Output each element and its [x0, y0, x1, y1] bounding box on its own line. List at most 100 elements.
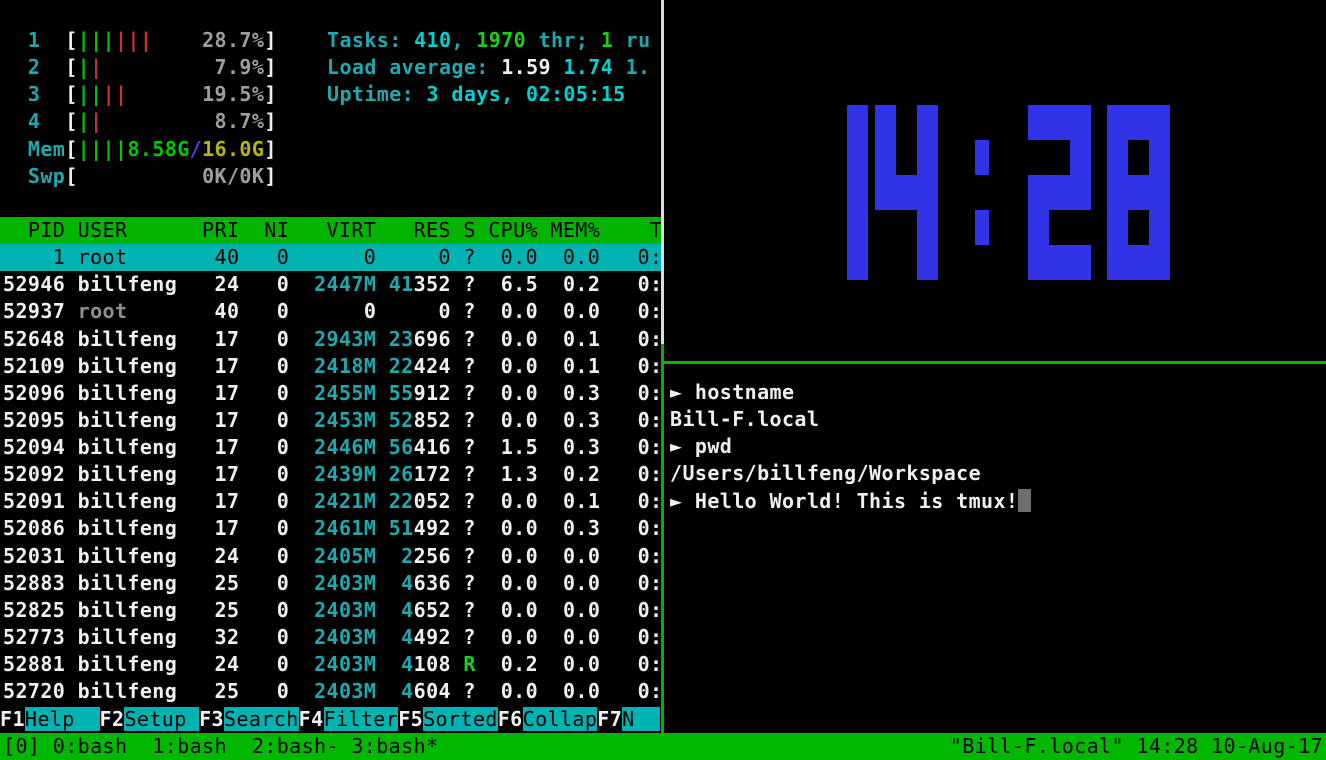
fkey-label[interactable]: Help: [25, 707, 100, 731]
text-segment: billfeng: [78, 327, 190, 351]
text-segment: 52091: [3, 489, 78, 513]
text-segment: [451, 354, 463, 378]
text-segment: |||: [78, 28, 115, 52]
process-row[interactable]: 52883 billfeng 25 0 2403M 4636 ? 0.0 0.0…: [0, 570, 661, 597]
text-segment: billfeng: [78, 489, 190, 513]
fkey-label[interactable]: Collap: [523, 707, 598, 731]
text-segment: 56: [389, 435, 414, 459]
clock-block: [917, 105, 938, 140]
text-segment: billfeng: [78, 354, 190, 378]
htop-summary: Tasks: 410, 1970 thr; 1 ruLoad average: …: [327, 27, 651, 108]
process-row[interactable]: 52720 billfeng 25 0 2403M 4604 ? 0.0 0.0…: [0, 678, 661, 705]
text-segment: |: [90, 55, 102, 79]
text-segment: ?: [463, 489, 475, 513]
text-segment: Swp: [3, 164, 65, 188]
text-segment: [451, 571, 463, 595]
text-segment: 108: [414, 652, 451, 676]
text-segment: ► hostname: [670, 380, 794, 404]
shell-pane[interactable]: ► hostnameBill-F.local► pwd/Users/billfe…: [663, 364, 1326, 733]
clock-block: [1049, 175, 1070, 210]
tmux-window-list[interactable]: [0] 0:bash 1:bash 2:bash- 3:bash*: [3, 733, 438, 760]
text-segment: [376, 598, 388, 622]
text-segment: 4: [389, 598, 414, 622]
text-segment: 52092: [3, 462, 78, 486]
clock-pane: [663, 0, 1326, 361]
fkey-f6[interactable]: F6: [498, 707, 523, 731]
text-segment: billfeng: [78, 435, 190, 459]
text-segment: 4: [3, 109, 65, 133]
fkey-label[interactable]: N: [622, 707, 659, 731]
clock-block: [896, 175, 917, 210]
text-segment: |||: [115, 28, 152, 52]
process-row[interactable]: 52109 billfeng 17 0 2418M 22424 ? 0.0 0.…: [0, 353, 661, 380]
text-segment: 636: [414, 571, 451, 595]
process-row[interactable]: 52095 billfeng 17 0 2453M 52852 ? 0.0 0.…: [0, 407, 661, 434]
text-segment: 0.0 0.0 0:: [476, 299, 663, 323]
text-segment: [: [65, 82, 77, 106]
process-row[interactable]: 52648 billfeng 17 0 2943M 23696 ? 0.0 0.…: [0, 326, 661, 353]
text-segment: 2943M: [302, 327, 377, 351]
text-segment: [376, 652, 388, 676]
fkey-f1[interactable]: F1: [0, 707, 25, 731]
clock-block: [1128, 175, 1149, 210]
text-segment: [451, 435, 463, 459]
text-segment: 2453M: [302, 408, 377, 432]
process-row[interactable]: 52881 billfeng 24 0 2403M 4108 R 0.2 0.0…: [0, 651, 661, 678]
text-segment: [451, 679, 463, 703]
fkey-label[interactable]: Filter: [324, 707, 399, 731]
process-row[interactable]: 1 root 40 0 0 0 ? 0.0 0.0 0:: [0, 244, 661, 271]
clock-block: [975, 140, 989, 175]
clock-block: [875, 175, 896, 210]
fkey-label[interactable]: Search: [224, 707, 299, 731]
text-segment: 1.3 0.2 0:: [476, 462, 663, 486]
fkey-f4[interactable]: F4: [299, 707, 324, 731]
clock-block: [1049, 245, 1070, 280]
text-segment: 172: [414, 462, 451, 486]
text-segment: 912: [414, 381, 451, 405]
process-row[interactable]: 52096 billfeng 17 0 2455M 55912 ? 0.0 0.…: [0, 380, 661, 407]
text-segment: [376, 435, 388, 459]
fkey-f3[interactable]: F3: [199, 707, 224, 731]
process-row[interactable]: 52031 billfeng 24 0 2405M 2256 ? 0.0 0.0…: [0, 543, 661, 570]
text-segment: 1: [3, 28, 65, 52]
process-row[interactable]: 52773 billfeng 32 0 2403M 4492 ? 0.0 0.0…: [0, 624, 661, 651]
fkey-f5[interactable]: F5: [398, 707, 423, 731]
text-segment: 3 days, 02:05:15: [427, 82, 626, 106]
table-header-row[interactable]: PID USER PRI NI VIRT RES S CPU% MEM% T: [0, 217, 661, 244]
clock-block: [1028, 210, 1049, 245]
fkey-label[interactable]: Setup: [124, 707, 199, 731]
process-row[interactable]: 52937 root 40 0 0 0 ? 0.0 0.0 0:: [0, 298, 661, 325]
text-segment: ru: [613, 28, 650, 52]
process-row[interactable]: 52091 billfeng 17 0 2421M 22052 ? 0.0 0.…: [0, 488, 661, 515]
process-row[interactable]: 52094 billfeng 17 0 2446M 56416 ? 1.5 0.…: [0, 434, 661, 461]
text-segment: 52086: [3, 516, 78, 540]
shell-output-line: /Users/billfeng/Workspace: [670, 460, 1031, 487]
text-segment: 0.0 0.3 0:: [476, 516, 663, 540]
text-segment: 52096: [3, 381, 78, 405]
text-segment: [103, 55, 203, 79]
text-segment: 52883: [3, 571, 78, 595]
process-row[interactable]: 52086 billfeng 17 0 2461M 51492 ? 0.0 0.…: [0, 515, 661, 542]
text-segment: 7.9%: [202, 55, 264, 79]
htop-summary-line: Uptime: 3 days, 02:05:15: [327, 81, 651, 108]
text-segment: billfeng: [78, 381, 190, 405]
fkey-f2[interactable]: F2: [100, 707, 125, 731]
swap-meter: Swp[ 0K/0K]: [3, 163, 277, 190]
process-row[interactable]: 52092 billfeng 17 0 2439M 26172 ? 1.3 0.…: [0, 461, 661, 488]
text-segment: 0.0 0.1 0:: [476, 327, 663, 351]
clock-block: [1149, 245, 1170, 280]
text-segment: [451, 598, 463, 622]
process-row[interactable]: 52825 billfeng 25 0 2403M 4652 ? 0.0 0.0…: [0, 597, 661, 624]
process-row[interactable]: 52946 billfeng 24 0 2447M 41352 ? 6.5 0.…: [0, 271, 661, 298]
fkey-f7[interactable]: F7: [597, 707, 622, 731]
text-segment: [451, 327, 463, 351]
clock-block: [847, 105, 868, 140]
text-segment: ]: [264, 109, 276, 133]
text-segment: [376, 299, 388, 323]
fkey-label[interactable]: Sorted: [423, 707, 498, 731]
text-segment: 0.0 0.0 0:: [476, 571, 663, 595]
text-segment: 25 0: [190, 598, 302, 622]
text-segment: 2447M: [302, 272, 377, 296]
shell-command-line: ► Hello World! This is tmux!: [670, 488, 1031, 515]
tmux-screen: 1 [|||||| 28.7%] 2 [|| 7.9%] 3 [|||| 19.…: [0, 0, 1326, 760]
